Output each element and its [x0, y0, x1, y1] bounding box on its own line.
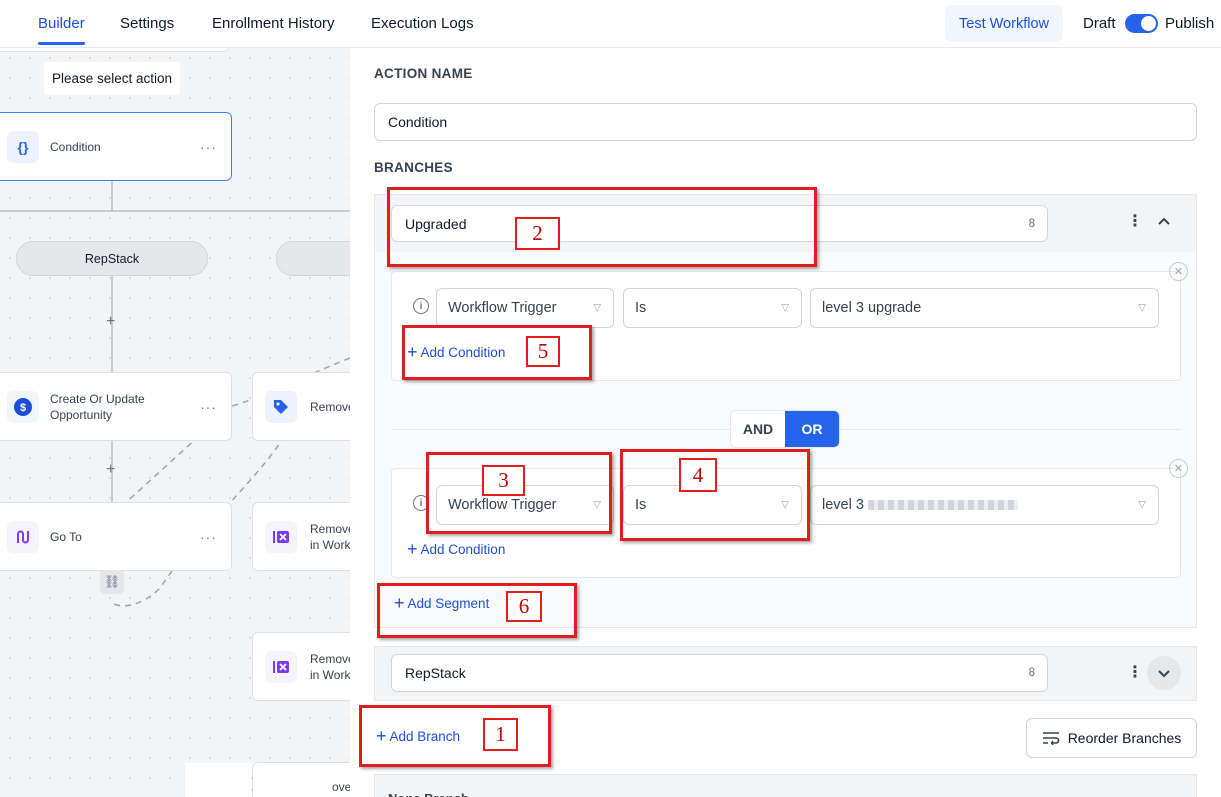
annotation-label-2: 2 — [515, 217, 560, 250]
character-count: 8 — [1028, 667, 1035, 679]
branch-pill-repstack[interactable]: RepStack — [16, 241, 208, 276]
route-icon — [7, 520, 39, 553]
node-create-opportunity[interactable]: $ Create Or Update Opportunity ··· — [0, 372, 232, 441]
tab-enrollment-history[interactable]: Enrollment History — [212, 15, 335, 32]
node-label: Condition — [50, 139, 101, 154]
node-remove-from-workflow-1[interactable]: Remove in Work — [252, 502, 350, 571]
add-step-icon[interactable]: + — [106, 313, 115, 331]
workflow-remove-icon — [265, 520, 297, 553]
annotation-label-5: 5 — [526, 336, 560, 367]
branch-options-icon[interactable]: ⋮ — [1127, 662, 1143, 682]
remove-segment-icon[interactable]: ✕ — [1169, 262, 1188, 281]
toggle-knob — [1141, 16, 1156, 31]
node-go-to[interactable]: Go To ··· — [0, 502, 232, 571]
publish-toggle[interactable] — [1125, 14, 1158, 33]
redacted-text — [867, 500, 1018, 510]
draft-label: Draft — [1083, 15, 1116, 32]
tab-execution-logs[interactable]: Execution Logs — [371, 15, 474, 32]
node-condition[interactable]: {} Condition ··· — [0, 112, 232, 181]
publish-label: Publish — [1165, 15, 1215, 32]
node-label: Remove in Work — [310, 651, 350, 682]
node-remove-tag[interactable]: Remove — [252, 372, 350, 441]
node-label: Remove in Work — [310, 521, 350, 552]
branch-none: None Branch — [374, 774, 1197, 797]
link-icon[interactable]: ⛓ — [100, 570, 124, 594]
add-step-icon[interactable]: + — [106, 461, 115, 479]
tag-remove-icon — [265, 390, 297, 423]
dollar-icon: $ — [7, 390, 39, 423]
node-label: Create Or Update Opportunity — [50, 391, 145, 422]
annotation-box-2 — [387, 187, 817, 267]
action-name-title: ACTION NAME — [374, 66, 473, 81]
branch-repstack: RepStack 8 ⋮ — [374, 646, 1197, 701]
branch-options-icon[interactable]: ⋮ — [1127, 211, 1143, 231]
and-or-toggle[interactable]: AND OR — [730, 410, 840, 448]
svg-text:$: $ — [20, 402, 26, 414]
chevron-up-icon[interactable] — [1157, 214, 1171, 231]
condition-value-select[interactable]: level 3 ▽ — [810, 485, 1159, 525]
top-navigation: Builder Settings Enrollment History Exec… — [0, 0, 1221, 48]
annotation-box-1 — [359, 705, 551, 767]
node-label: ove — [332, 780, 350, 794]
more-options-icon[interactable]: ··· — [200, 139, 217, 155]
or-option[interactable]: OR — [785, 411, 839, 447]
chevron-down-icon: ▽ — [781, 302, 789, 314]
annotation-label-6: 6 — [506, 591, 542, 622]
character-count: 8 — [1028, 217, 1035, 230]
condition-value-select[interactable]: level 3 upgrade ▽ — [810, 288, 1159, 328]
annotation-box-6 — [377, 583, 577, 638]
chevron-down-icon: ▽ — [593, 302, 601, 314]
node-label: Remove — [310, 399, 350, 414]
action-name-input[interactable]: Condition — [374, 103, 1197, 141]
plus-icon: + — [407, 539, 418, 559]
tab-builder[interactable]: Builder — [38, 15, 85, 32]
condition-field-select[interactable]: Workflow Trigger ▽ — [436, 288, 614, 328]
annotation-label-4: 4 — [679, 458, 717, 492]
add-condition-button[interactable]: + Add Condition — [407, 540, 505, 558]
workflow-canvas[interactable]: Please select action {} Condition ··· Re… — [0, 48, 350, 797]
action-settings-panel: ACTION NAME Condition BRANCHES Upgraded … — [350, 48, 1221, 797]
more-options-icon[interactable]: ··· — [200, 399, 217, 415]
test-workflow-button[interactable]: Test Workflow — [945, 5, 1063, 42]
tab-settings[interactable]: Settings — [120, 15, 174, 32]
info-icon[interactable]: i — [413, 298, 429, 314]
braces-icon: {} — [7, 130, 39, 163]
chevron-down-icon[interactable] — [1147, 656, 1181, 690]
active-tab-indicator — [38, 42, 85, 45]
more-options-icon[interactable]: ··· — [200, 529, 217, 545]
chevron-down-icon: ▽ — [1138, 302, 1146, 314]
branch-pill-upgraded[interactable] — [276, 241, 350, 276]
workflow-remove-icon — [265, 650, 297, 683]
annotation-label-1: 1 — [483, 718, 518, 751]
branches-title: BRANCHES — [374, 160, 453, 175]
reorder-branches-button[interactable]: Reorder Branches — [1026, 718, 1197, 758]
reorder-icon — [1042, 732, 1059, 745]
condition-operator-select[interactable]: Is ▽ — [623, 288, 802, 328]
chevron-down-icon: ▽ — [1138, 499, 1146, 511]
node-label: Go To — [50, 529, 82, 544]
annotation-label-3: 3 — [482, 465, 525, 496]
branch-name-input[interactable]: RepStack 8 — [391, 654, 1048, 692]
node-remove-bottom[interactable]: ove — [252, 762, 350, 797]
node-remove-from-workflow-2[interactable]: Remove in Work — [252, 632, 350, 701]
remove-segment-icon[interactable]: ✕ — [1169, 459, 1188, 478]
annotation-box-5 — [402, 325, 592, 380]
and-option[interactable]: AND — [731, 411, 785, 447]
